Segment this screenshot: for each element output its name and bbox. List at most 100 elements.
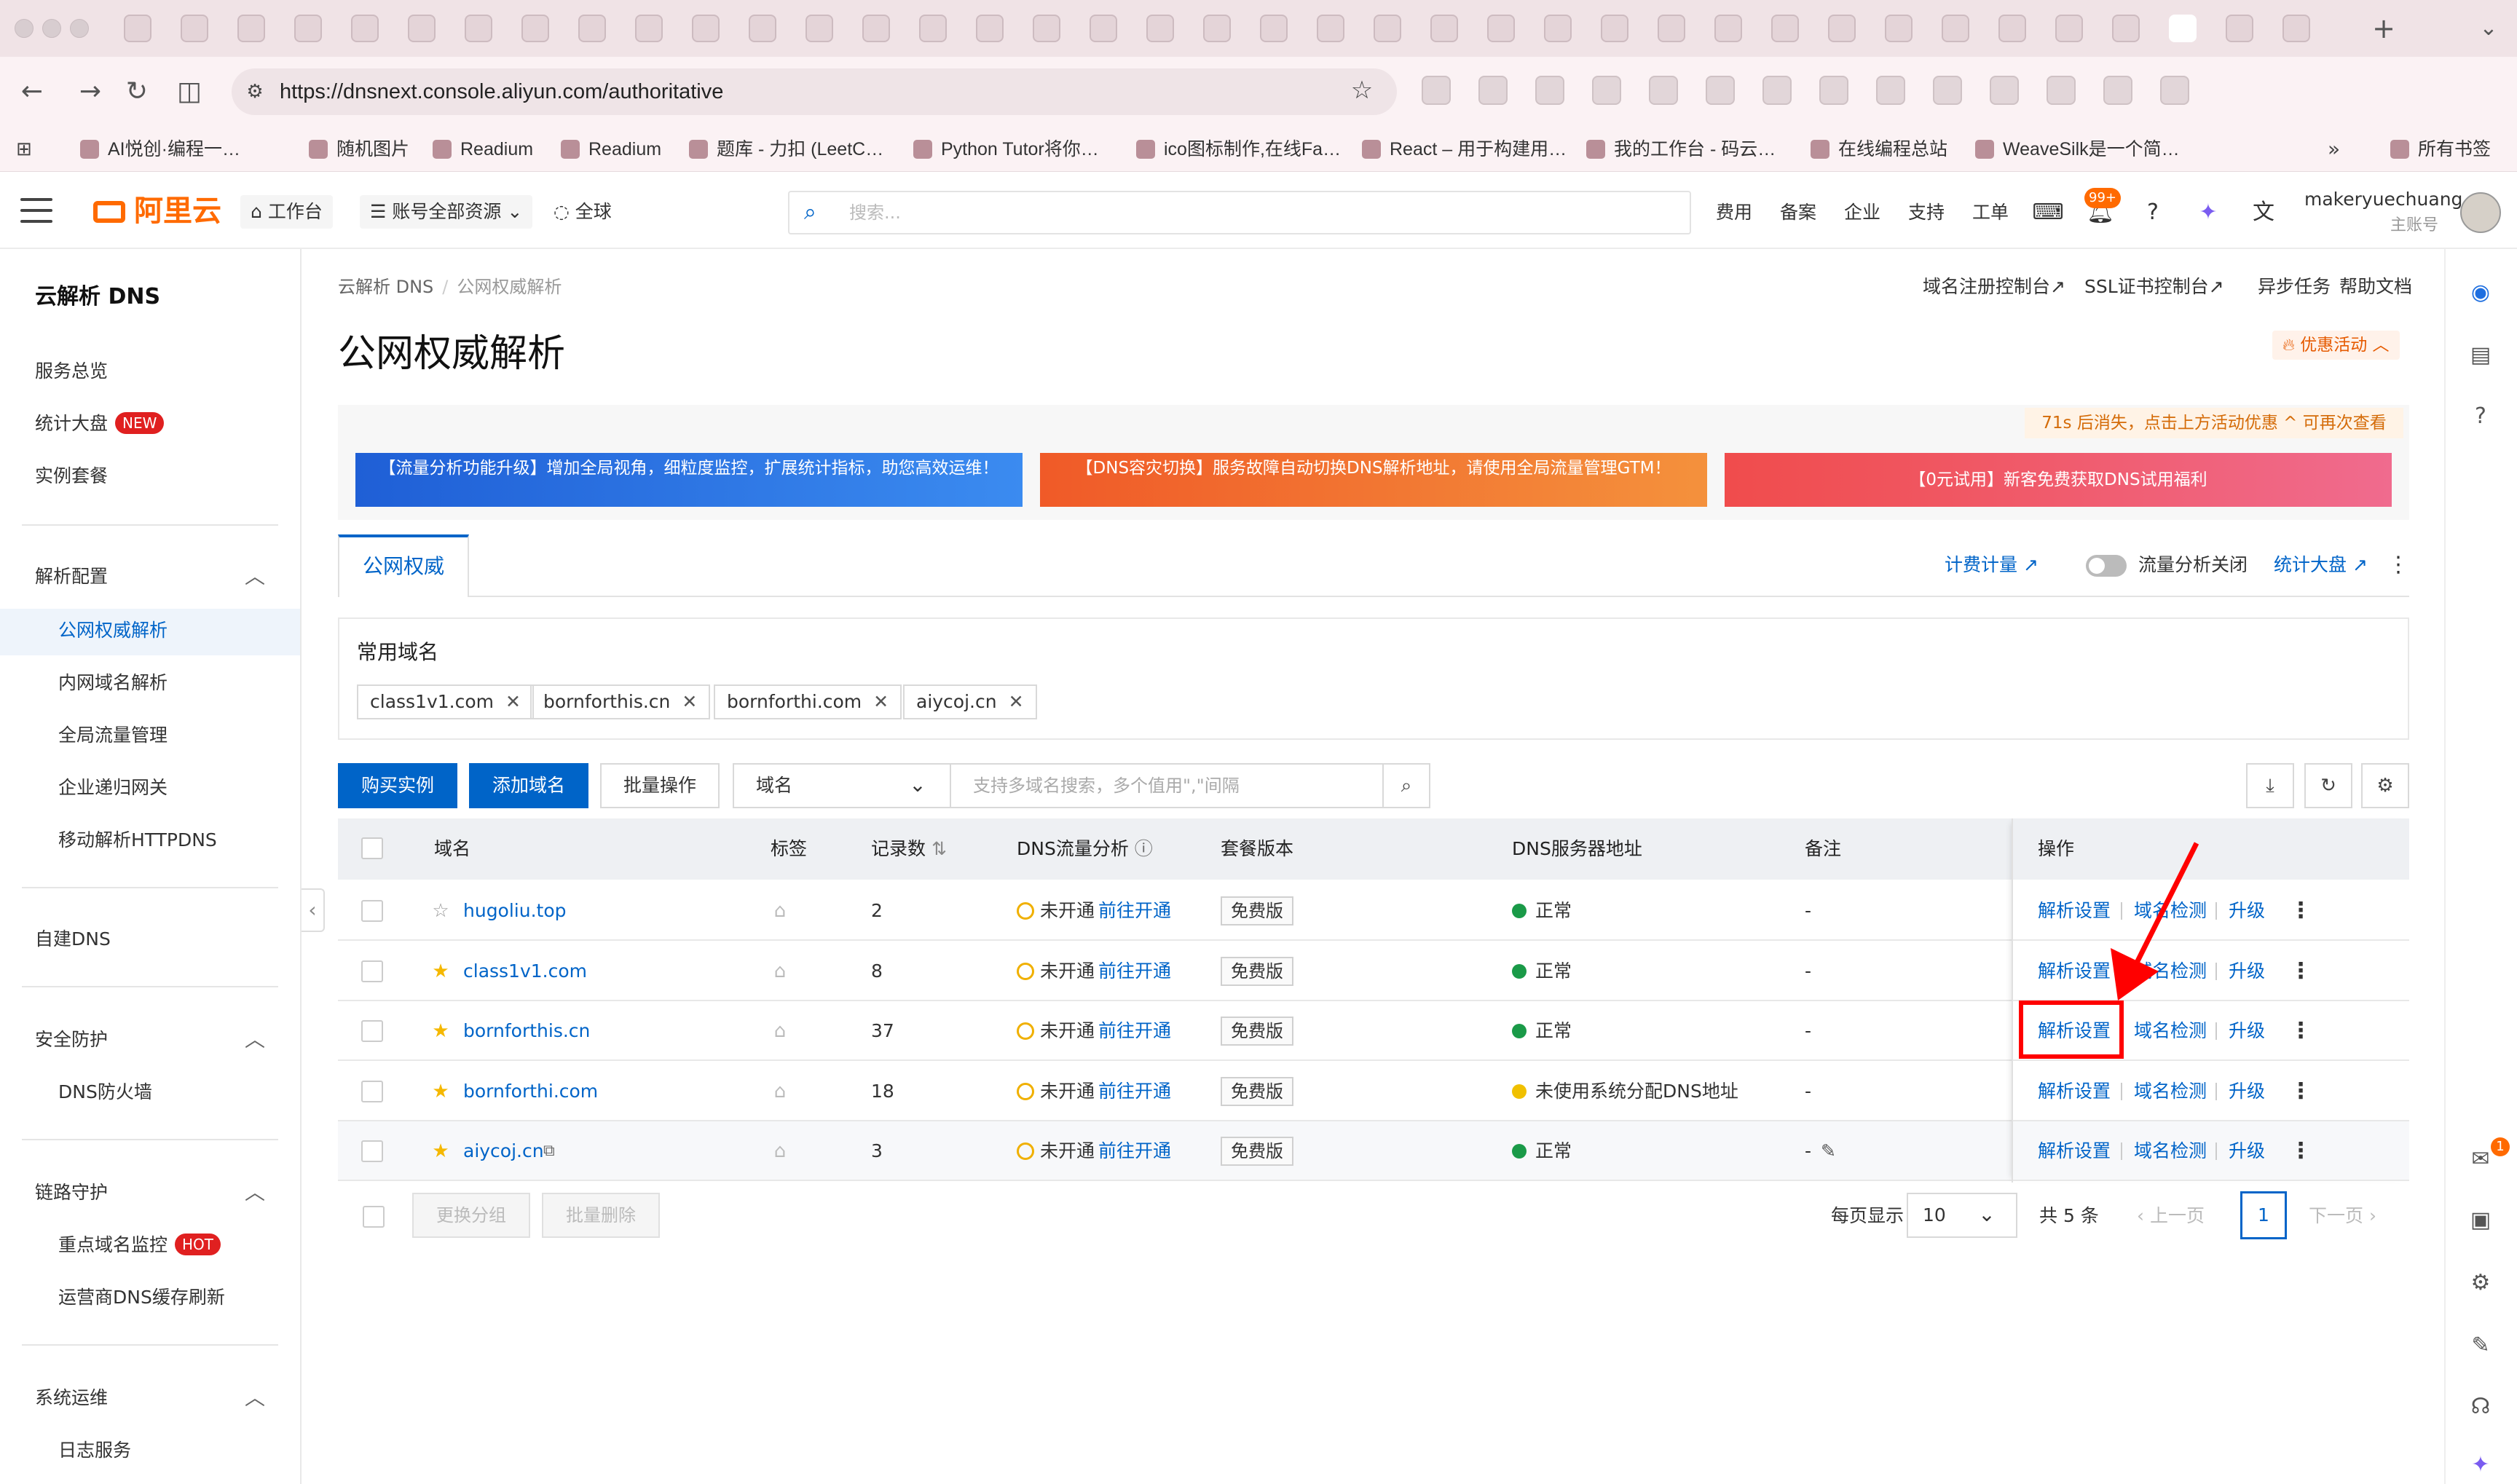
browser-tab-favicon-icon[interactable] bbox=[1942, 15, 1969, 42]
settings-gear-icon[interactable]: ⚙ bbox=[2361, 763, 2409, 808]
domain-check-link[interactable]: 域名检测 bbox=[2134, 958, 2207, 984]
promo-button[interactable]: 🔥︎ 优惠活动 ︿ bbox=[2272, 331, 2400, 360]
batch-delete-button[interactable]: 批量删除 bbox=[542, 1193, 660, 1238]
link-async-tasks[interactable]: 异步任务 bbox=[2258, 274, 2331, 300]
help-icon[interactable]: ⓘ bbox=[1129, 838, 1153, 859]
browser-tab-favicon-icon[interactable] bbox=[1430, 15, 1458, 42]
terminal-icon[interactable]: ⌨ bbox=[2032, 197, 2064, 229]
bookmark-item[interactable]: 随机图片 bbox=[309, 135, 409, 163]
row-checkbox[interactable] bbox=[361, 960, 383, 982]
nav-fees[interactable]: 费用 bbox=[1716, 200, 1752, 226]
link-help-docs[interactable]: 帮助文档 bbox=[2339, 274, 2412, 300]
browser-extension-icon[interactable] bbox=[2160, 76, 2189, 105]
domain-link[interactable]: bornforthi.com bbox=[463, 1078, 598, 1105]
sidebar-item-dashboard[interactable]: 统计大盘 NEW bbox=[35, 409, 165, 438]
tag-icon[interactable]: ⌂ bbox=[769, 1078, 791, 1105]
page-number-current[interactable]: 1 bbox=[2240, 1191, 2287, 1239]
browser-tab-favicon-icon[interactable] bbox=[1771, 15, 1799, 42]
sidebar-group-ops[interactable]: 系统运维 bbox=[35, 1384, 108, 1413]
banner-dns-failover[interactable]: 【DNS容灾切换】服务故障自动切换DNS解析地址，请使用全局流量管理GTM！ bbox=[1040, 453, 1707, 507]
domain-link[interactable]: hugoliu.top bbox=[463, 898, 567, 924]
browser-tab-favicon-icon[interactable] bbox=[237, 15, 265, 42]
sidebar-item-instances[interactable]: 实例套餐 bbox=[35, 462, 108, 491]
star-filled-icon[interactable]: ★ bbox=[430, 1018, 452, 1044]
nav-support[interactable]: 支持 bbox=[1908, 200, 1945, 226]
browser-extension-icon[interactable] bbox=[1706, 76, 1735, 105]
settings-gear-icon[interactable]: ⚙ bbox=[2462, 1264, 2500, 1302]
more-vertical-icon[interactable]: ⋮ bbox=[2290, 1018, 2312, 1044]
sort-icon[interactable]: ⇅ bbox=[926, 838, 947, 859]
common-domain-chip[interactable]: aiycoj.cn ✕ bbox=[903, 684, 1037, 719]
common-domain-chip[interactable]: class1v1.com ✕ bbox=[357, 684, 534, 719]
back-arrow-icon[interactable]: ← bbox=[13, 73, 51, 111]
common-domain-chip[interactable]: bornforthis.cn ✕ bbox=[530, 684, 711, 719]
search-icon[interactable]: ⌕ bbox=[1382, 763, 1430, 808]
username[interactable]: makeryuechuang bbox=[2304, 186, 2462, 213]
row-checkbox[interactable] bbox=[361, 1020, 383, 1042]
browser-tab-favicon-icon[interactable] bbox=[1033, 15, 1060, 42]
buy-instance-button[interactable]: 购买实例 bbox=[338, 763, 457, 808]
close-icon[interactable]: ✕ bbox=[682, 691, 697, 712]
browser-tab-favicon-icon[interactable] bbox=[408, 15, 436, 42]
star-filled-icon[interactable]: ★ bbox=[430, 1138, 452, 1164]
col-records[interactable]: 记录数 ⇅ bbox=[871, 836, 947, 862]
ai-assistant-icon[interactable]: ✦ bbox=[2192, 197, 2224, 229]
bookmark-item[interactable]: 题库 - 力扣 (LeetC… bbox=[689, 135, 883, 163]
browser-tab-favicon-icon[interactable] bbox=[124, 15, 151, 42]
browser-extension-icon[interactable] bbox=[2047, 76, 2076, 105]
change-group-button[interactable]: 更换分组 bbox=[412, 1193, 530, 1238]
nav-ticket[interactable]: 工单 bbox=[1972, 200, 2009, 226]
edit-pen-icon[interactable]: ✎ bbox=[2462, 1327, 2500, 1365]
star-filled-icon[interactable]: ★ bbox=[430, 1078, 452, 1105]
browser-tab-favicon-icon[interactable] bbox=[1658, 15, 1685, 42]
ticket-icon[interactable]: ▣ bbox=[2462, 1201, 2500, 1239]
avatar[interactable] bbox=[2460, 192, 2501, 233]
enable-traffic-link[interactable]: 前往开通 bbox=[1098, 1138, 1171, 1164]
language-icon[interactable]: 文 bbox=[2248, 197, 2280, 229]
browser-tab-favicon-icon[interactable] bbox=[1714, 15, 1742, 42]
chevron-up-icon[interactable]: ︿ bbox=[240, 1025, 269, 1054]
link-domain-console[interactable]: 域名注册控制台↗ bbox=[1923, 274, 2065, 300]
star-outline-icon[interactable]: ☆ bbox=[430, 898, 452, 924]
domain-check-link[interactable]: 域名检测 bbox=[2134, 1078, 2207, 1105]
more-vertical-icon[interactable]: ⋮ bbox=[2290, 958, 2312, 984]
browser-extension-icon[interactable] bbox=[1990, 76, 2019, 105]
tab-list-chevron-icon[interactable]: ⌄ bbox=[2470, 10, 2507, 47]
window-maximize-button[interactable] bbox=[70, 19, 89, 38]
browser-tab-favicon-icon[interactable] bbox=[1828, 15, 1856, 42]
bookmark-item[interactable]: WeaveSilk是一个简… bbox=[1975, 135, 2180, 163]
sidebar-item-intranet[interactable]: 内网域名解析 bbox=[58, 668, 168, 698]
link-ssl-console[interactable]: SSL证书控制台↗ bbox=[2084, 274, 2224, 300]
bookmark-item[interactable]: 所有书签 bbox=[2390, 135, 2491, 163]
browser-tab-favicon-icon[interactable] bbox=[1998, 15, 2026, 42]
sidebar-item-authoritative[interactable]: 公网权威解析 bbox=[58, 616, 168, 645]
headset-icon[interactable]: ☊ bbox=[2462, 1388, 2500, 1426]
browser-tab-favicon-icon[interactable] bbox=[2112, 15, 2140, 42]
enable-traffic-link[interactable]: 前往开通 bbox=[1098, 1018, 1171, 1044]
document-icon[interactable]: ▤ bbox=[2462, 336, 2500, 374]
browser-extension-icon[interactable] bbox=[1422, 76, 1451, 105]
enable-traffic-link[interactable]: 前往开通 bbox=[1098, 1078, 1171, 1105]
browser-extension-icon[interactable] bbox=[1478, 76, 1508, 105]
help-icon[interactable]: ? bbox=[2137, 197, 2169, 229]
sidebar-item-monitor[interactable]: 重点域名监控 HOT bbox=[58, 1231, 221, 1260]
next-page-button[interactable]: 下一页 › bbox=[2309, 1203, 2376, 1229]
browser-tab-favicon-icon[interactable] bbox=[1374, 15, 1401, 42]
domain-link[interactable]: class1v1.com bbox=[463, 958, 587, 984]
more-vertical-icon[interactable]: ⋮ bbox=[2290, 1078, 2312, 1105]
close-icon[interactable]: ✕ bbox=[505, 691, 521, 712]
nav-enterprise[interactable]: 企业 bbox=[1844, 200, 1880, 226]
browser-tab-favicon-icon[interactable] bbox=[862, 15, 890, 42]
browser-tab-favicon-icon[interactable] bbox=[1601, 15, 1628, 42]
domain-check-link[interactable]: 域名检测 bbox=[2134, 898, 2207, 924]
bookmark-item[interactable]: 我的工作台 - 码云… bbox=[1586, 135, 1776, 163]
browser-tab-favicon-icon[interactable] bbox=[2282, 15, 2310, 42]
bookmark-item[interactable]: AI悦创·编程一… bbox=[80, 135, 240, 163]
close-icon[interactable]: ✕ bbox=[873, 691, 889, 712]
domain-search-input[interactable]: 支持多域名搜索，多个值用","间隔 bbox=[950, 763, 1384, 808]
bookmark-star-icon[interactable]: ☆ bbox=[1346, 74, 1378, 106]
forward-arrow-icon[interactable]: → bbox=[71, 73, 109, 111]
close-icon[interactable]: ✕ bbox=[1009, 691, 1024, 712]
browser-extension-icon[interactable] bbox=[1762, 76, 1792, 105]
tag-icon[interactable]: ⌂ bbox=[769, 1018, 791, 1044]
